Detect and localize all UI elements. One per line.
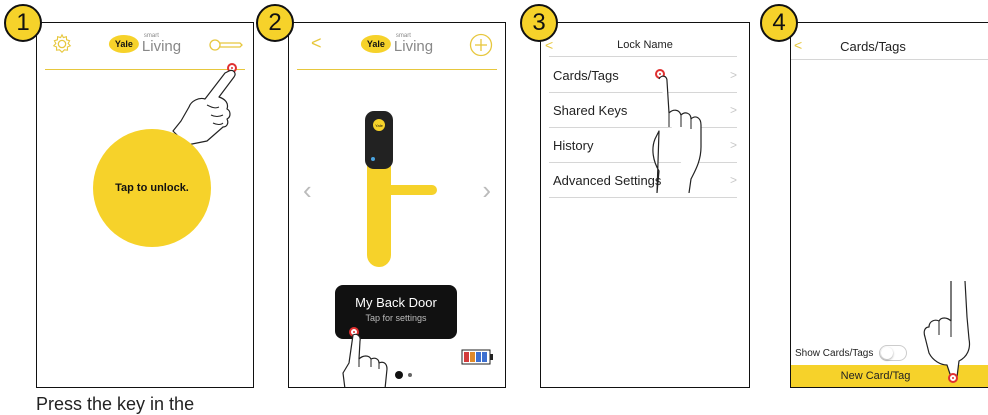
- new-card-tag-label: New Card/Tag: [840, 370, 911, 382]
- phone-screen-4: < Cards/Tags Show Cards/Tags New Card/Ta…: [790, 22, 988, 388]
- back-chevron-icon[interactable]: <: [311, 33, 322, 54]
- pointing-hand-icon: [923, 281, 971, 381]
- chevron-right-icon: >: [729, 103, 737, 117]
- lock-name: My Back Door: [355, 295, 437, 310]
- add-circle-icon[interactable]: [469, 33, 493, 57]
- lock-sub: Tap for settings: [365, 313, 427, 323]
- yale-smart-living-logo: Yale smart Living: [360, 33, 433, 54]
- step-badge-1: 1: [4, 4, 42, 42]
- tap-indicator: [948, 373, 958, 383]
- pointing-hand-icon: [652, 75, 702, 193]
- next-lock-chevron-icon[interactable]: ›: [482, 175, 491, 206]
- cards-tags-header: Cards/Tags: [840, 39, 906, 54]
- unlock-label: Tap to unlock.: [115, 182, 189, 194]
- yale-smart-living-logo: Yale smart Living: [108, 33, 181, 54]
- phone-screen-3: < Lock Name Cards/Tags > Shared Keys > H…: [540, 22, 750, 388]
- lock-name-header: Lock Name: [617, 39, 673, 51]
- settings-gear-icon[interactable]: [51, 33, 73, 55]
- page-dot: [408, 373, 412, 377]
- key-icon[interactable]: [209, 37, 243, 53]
- header-divider: [791, 59, 988, 60]
- show-cards-tags-label: Show Cards/Tags: [795, 347, 874, 359]
- battery-icon: [461, 349, 493, 365]
- chevron-right-icon: >: [729, 68, 737, 82]
- chevron-right-icon: >: [729, 138, 737, 152]
- unlock-button[interactable]: Tap to unlock.: [93, 129, 211, 247]
- header-divider: [549, 56, 737, 57]
- phone-screen-1: Yale smart Living Tap to unlock.: [36, 22, 254, 388]
- pointing-hand-icon: [342, 333, 388, 387]
- door-lock-illustration: Yale: [365, 111, 437, 267]
- svg-text:Yale: Yale: [375, 123, 383, 128]
- header-divider: [297, 69, 497, 70]
- step-badge-2: 2: [256, 4, 294, 42]
- chevron-right-icon: >: [729, 173, 737, 187]
- step-badge-4: 4: [760, 4, 798, 42]
- step-badge-3: 3: [520, 4, 558, 42]
- show-cards-tags-row: Show Cards/Tags: [795, 345, 908, 361]
- prev-lock-chevron-icon[interactable]: ‹: [303, 175, 312, 206]
- phone-screen-2: < Yale smart Living ‹ › Yale My Back Door…: [288, 22, 506, 388]
- show-cards-tags-toggle[interactable]: [879, 345, 908, 361]
- caption-text: Press the key in the: [36, 394, 195, 414]
- page-dot-active: [395, 371, 403, 379]
